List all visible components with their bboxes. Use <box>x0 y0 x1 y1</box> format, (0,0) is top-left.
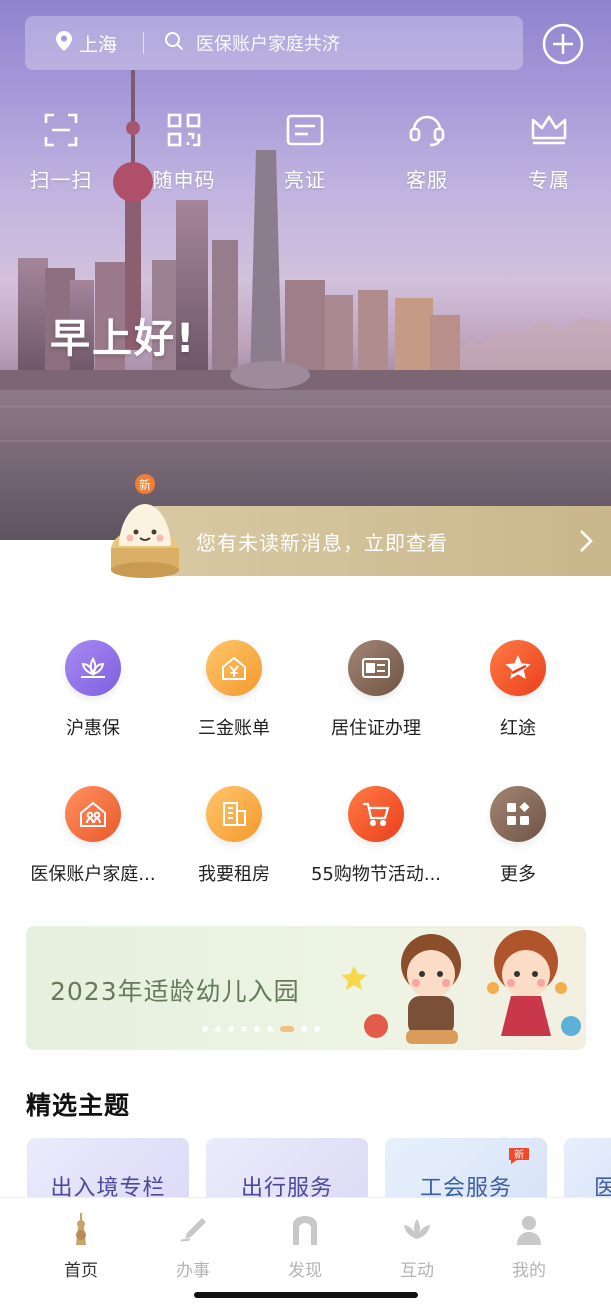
svg-text:新: 新 <box>514 1148 524 1161</box>
search-placeholder: 医保账户家庭共济 <box>196 34 340 55</box>
featured-themes-title: 精选主题 <box>26 1091 131 1120</box>
quick-action-qr[interactable]: 随申码 <box>139 108 229 193</box>
lotus-icon <box>65 640 121 696</box>
new-badge: 新 <box>507 1146 531 1170</box>
pen-icon <box>143 1212 243 1248</box>
cartoon-kids-illustration <box>341 930 581 1044</box>
service-medical-family[interactable]: 医保账户家庭... <box>18 786 168 886</box>
home-indicator <box>194 1292 418 1298</box>
plus-circle-icon <box>542 23 584 65</box>
building-icon <box>206 786 262 842</box>
pagination-dot <box>215 1026 221 1032</box>
notice-text: 您有未读新消息，立即查看 <box>196 531 448 555</box>
card-icon <box>260 108 350 152</box>
quick-actions: 扫一扫 随申码 亮证 客服 专属 <box>0 108 611 198</box>
tab-discover[interactable]: 发现 <box>255 1212 355 1281</box>
quick-action-exclusive[interactable]: 专属 <box>504 108 594 193</box>
location-label: 上海 <box>79 33 118 56</box>
service-more[interactable]: 更多 <box>443 786 593 886</box>
hero-banner: 上海 医保账户家庭共济 扫一扫 随申码 亮证 客服 专属 早上好! <box>0 0 611 540</box>
service-residence-permit[interactable]: 居住证办理 <box>301 640 451 740</box>
pagination-dot <box>314 1026 320 1032</box>
family-house-icon <box>65 786 121 842</box>
service-sanjin-bill[interactable]: 三金账单 <box>159 640 309 740</box>
search-input[interactable]: 医保账户家庭共济 <box>164 30 340 56</box>
new-badge: 新 <box>139 477 151 492</box>
service-hongtu[interactable]: 红途 <box>443 640 593 740</box>
banner-pagination <box>202 1026 320 1032</box>
pagination-dot <box>280 1026 294 1032</box>
search-bar[interactable]: 上海 医保账户家庭共济 <box>25 16 523 70</box>
search-divider <box>143 32 144 54</box>
crown-icon <box>504 108 594 152</box>
tab-home[interactable]: 首页 <box>31 1212 131 1281</box>
pagination-dot <box>202 1026 208 1032</box>
quick-action-scan[interactable]: 扫一扫 <box>16 108 106 193</box>
shanghai-skyline-image <box>0 70 611 540</box>
pagination-dot <box>241 1026 247 1032</box>
pagination-dot <box>267 1026 273 1032</box>
search-icon <box>164 31 196 56</box>
gate-icon <box>255 1212 355 1248</box>
quick-action-card[interactable]: 亮证 <box>260 108 350 193</box>
quick-action-service[interactable]: 客服 <box>382 108 472 193</box>
location-pin-icon <box>55 30 79 57</box>
greeting-text: 早上好! <box>50 316 197 362</box>
dumpling-mascot: 新 <box>105 470 185 582</box>
location-selector[interactable]: 上海 <box>25 30 143 57</box>
tab-interact[interactable]: 互动 <box>367 1212 467 1281</box>
grid-icon <box>490 786 546 842</box>
flower-icon <box>367 1212 467 1248</box>
cart-icon <box>348 786 404 842</box>
chevron-right-icon <box>579 529 593 557</box>
qr-code-icon <box>139 108 229 152</box>
service-rent-house[interactable]: 我要租房 <box>159 786 309 886</box>
service-shopping-festival[interactable]: 55购物节活动... <box>301 786 451 886</box>
pagination-dot <box>228 1026 234 1032</box>
home-tower-icon <box>31 1212 131 1248</box>
id-card-icon <box>348 640 404 696</box>
pagination-dot <box>254 1026 260 1032</box>
yen-house-icon <box>206 640 262 696</box>
pagination-dot <box>301 1026 307 1032</box>
kindergarten-banner[interactable]: 2023年适龄幼儿入园 <box>26 926 586 1050</box>
scan-icon <box>16 108 106 152</box>
service-huhuibao[interactable]: 沪惠保 <box>18 640 168 740</box>
add-button[interactable] <box>541 22 585 66</box>
person-icon <box>479 1212 579 1248</box>
headset-icon <box>382 108 472 152</box>
banner-title: 2023年适龄幼儿入园 <box>50 977 300 1006</box>
star-icon <box>490 640 546 696</box>
tab-mine[interactable]: 我的 <box>479 1212 579 1281</box>
tab-services[interactable]: 办事 <box>143 1212 243 1281</box>
unread-message-banner[interactable]: 您有未读新消息，立即查看 <box>150 506 611 576</box>
